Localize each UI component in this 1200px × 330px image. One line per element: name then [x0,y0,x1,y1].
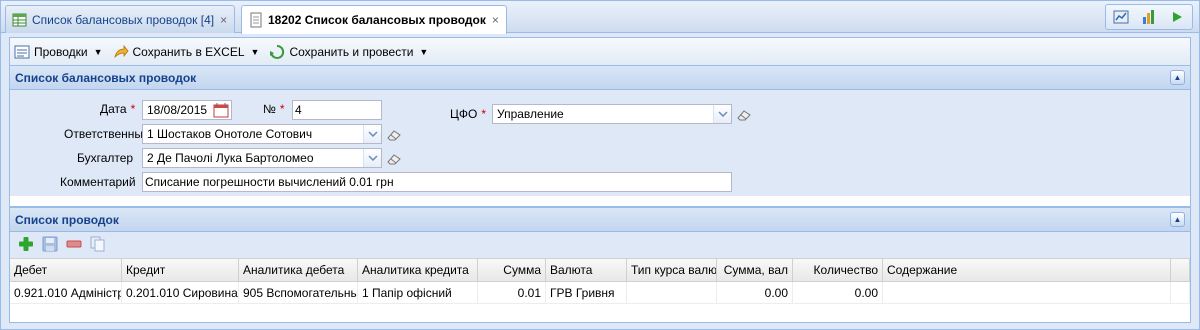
delete-icon[interactable] [66,236,82,255]
calendar-icon[interactable] [213,102,229,121]
main-toolbar: Проводки ▼ Сохранить в EXCEL ▼ Сохранить… [9,37,1191,65]
cell-amount-currency[interactable]: 0.00 [717,282,793,303]
column-header-quantity[interactable]: Количество [793,259,883,281]
chevron-down-icon[interactable] [713,105,731,123]
responsible-value: 1 Шостаков Онотоле Сотович [147,127,313,141]
entry-form: Дата* 18/08/2015 №* 4 ЦФО* Управление [10,90,1190,196]
chevron-down-icon[interactable] [363,149,381,167]
responsible-label: Ответственный [64,127,150,141]
panel-title: Список балансовых проводок [15,70,197,85]
eraser-icon[interactable] [737,109,751,121]
column-header-debit-analytics[interactable]: Аналитика дебета [239,259,358,281]
tab-balance-entries-list[interactable]: Список балансовых проводок [4] × [5,5,235,33]
dropdown-arrow-icon: ▼ [250,46,260,57]
export-arrow-icon [113,44,129,60]
panel-header: Список проводок ▲ [10,208,1190,232]
column-header-debit[interactable]: Дебет [10,259,122,281]
number-field[interactable]: 4 [292,100,382,120]
date-label-text: Дата [100,102,127,116]
cell-currency[interactable]: ГРВ Гривня [546,282,627,303]
bar-chart-icon[interactable] [1140,8,1158,26]
comment-value: Списание погрешности вычислений 0.01 грн [145,175,394,189]
accountant-value: 2 Де Пачолі Лука Бартоломео [147,151,314,165]
add-icon[interactable] [18,236,34,255]
cell-debit[interactable]: 0.921.010 Адміністр [10,282,122,303]
required-mark: * [481,107,487,121]
refresh-icon [269,44,285,60]
close-icon[interactable]: × [220,13,227,27]
cfo-select[interactable]: Управление [492,104,732,124]
column-header-credit[interactable]: Кредит [122,259,239,281]
save-excel-button[interactable]: Сохранить в EXCEL ▼ [113,44,260,60]
cell-credit[interactable]: 0.201.010 Сировина [122,282,239,303]
entries-menu-button[interactable]: Проводки ▼ [14,44,103,60]
save-icon[interactable] [42,236,58,255]
cell-filler [1171,282,1190,303]
cell-debit-analytics[interactable]: 905 Вспомогательны [239,282,358,303]
entries-list-panel: Список проводок ▲ Дебет Кредит Аналитика… [9,207,1191,323]
list-icon [14,44,30,60]
tab-label: Список балансовых проводок [4] [32,12,215,27]
collapse-up-icon[interactable]: ▲ [1170,212,1185,227]
date-value: 18/08/2015 [147,103,208,117]
save-and-post-button[interactable]: Сохранить и провести ▼ [269,44,428,60]
cfo-label: ЦФО * [450,107,486,121]
dropdown-arrow-icon: ▼ [93,46,103,57]
chart-image-icon[interactable] [1112,8,1130,26]
cell-content[interactable] [883,282,1171,303]
required-mark: * [130,102,136,116]
number-label: № * [263,102,285,116]
cell-rate-type[interactable] [627,282,717,303]
tab-entries-18202[interactable]: 18202 Список балансовых проводок × [241,5,507,34]
copy-icon[interactable] [90,236,106,255]
table-row[interactable]: 0.921.010 Адміністр 0.201.010 Сировина 9… [10,282,1190,304]
accountant-select[interactable]: 2 Де Пачолі Лука Бартоломео [142,148,382,168]
entries-menu-label: Проводки [34,44,88,59]
save-excel-label: Сохранить в EXCEL [132,44,245,59]
close-icon[interactable]: × [492,13,499,27]
eraser-icon[interactable] [387,153,401,165]
app-window: Список балансовых проводок [4] × 18202 С… [0,0,1200,330]
cell-credit-analytics[interactable]: 1 Папір офісний [358,282,478,303]
number-value: 4 [295,103,302,117]
comment-label: Комментарий [60,175,136,189]
cfo-label-text: ЦФО [450,107,478,121]
document-icon [248,12,264,28]
cell-quantity[interactable]: 0.00 [793,282,883,303]
column-header-currency[interactable]: Валюта [546,259,627,281]
panel-header: Список балансовых проводок ▲ [10,66,1190,90]
balance-entries-panel: Список балансовых проводок ▲ Дата * 18/08… [9,65,1191,207]
grid-header: Дебет Кредит Аналитика дебета Аналитика … [10,258,1190,282]
number-label-text: № [263,102,276,116]
chevron-down-icon[interactable] [363,125,381,143]
collapse-up-icon[interactable]: ▲ [1170,70,1185,85]
column-header-amount-currency[interactable]: Сумма, вал [717,259,793,281]
grid-toolbar [10,232,1190,258]
cell-amount[interactable]: 0.01 [478,282,546,303]
tab-bar: Список балансовых проводок [4] × 18202 С… [1,1,1199,34]
table-green-icon [12,12,28,28]
tab-label: 18202 Список балансовых проводок [268,13,486,27]
column-header-credit-analytics[interactable]: Аналитика кредита [358,259,478,281]
responsible-select[interactable]: 1 Шостаков Онотоле Сотович [142,124,382,144]
comment-field[interactable]: Списание погрешности вычислений 0.01 грн [142,172,732,192]
column-header-rate-type[interactable]: Тип курса валю [627,259,717,281]
accountant-label: Бухгалтер [77,151,134,165]
date-field[interactable]: 18/08/2015 [142,100,232,120]
save-and-post-label: Сохранить и провести [289,44,414,59]
tab-tools [1105,4,1193,30]
play-icon[interactable] [1168,8,1186,26]
date-label: Дата * [100,102,135,116]
eraser-icon[interactable] [387,129,401,141]
cfo-value: Управление [497,107,564,121]
column-header-amount[interactable]: Сумма [478,259,546,281]
panel-title: Список проводок [15,212,119,227]
dropdown-arrow-icon: ▼ [419,46,429,57]
column-header-filler [1171,259,1190,281]
column-header-content[interactable]: Содержание [883,259,1171,281]
required-mark: * [279,102,285,116]
